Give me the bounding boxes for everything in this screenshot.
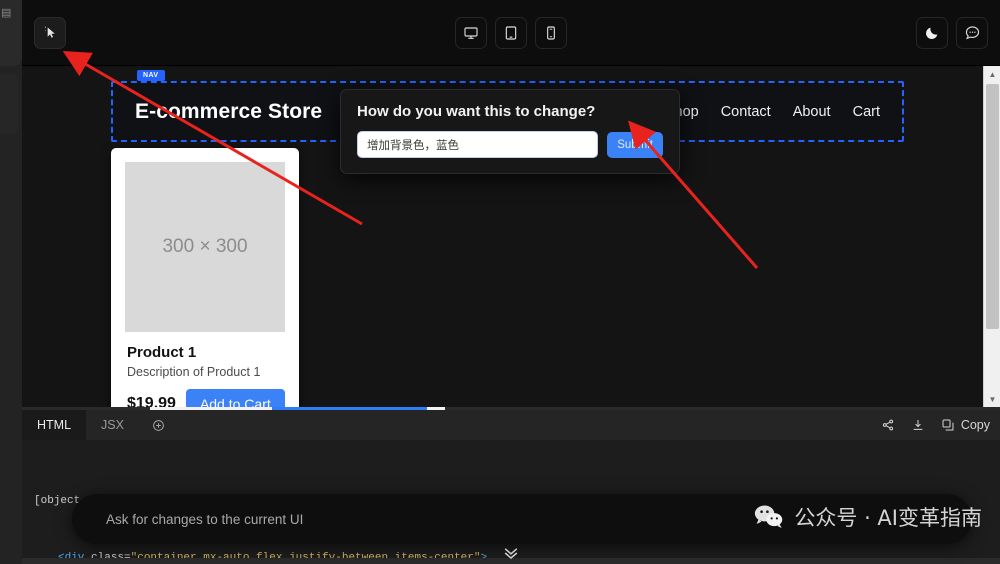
chat-placeholder: Ask for changes to the current UI — [106, 511, 304, 527]
copy-button[interactable]: Copy — [941, 418, 990, 432]
scroll-up-icon[interactable]: ▲ — [984, 66, 1000, 82]
tab-html[interactable]: HTML — [22, 410, 87, 440]
mobile-icon[interactable] — [535, 16, 567, 49]
site-brand: E-commerce Store — [135, 99, 323, 123]
scrollbar-thumb[interactable] — [986, 84, 999, 329]
top-toolbar — [22, 0, 1000, 66]
copy-label: Copy — [960, 418, 990, 432]
modal-question: How do you want this to change? — [357, 103, 596, 120]
change-request-modal: How do you want this to change? Submit — [340, 89, 680, 174]
add-tab-icon[interactable] — [139, 410, 178, 440]
wechat-icon — [755, 505, 783, 528]
monitor-icon[interactable] — [455, 16, 487, 49]
scroll-down-icon[interactable]: ▼ — [984, 391, 1000, 407]
editor-actions: Copy — [881, 410, 990, 440]
toolbar-right-group — [916, 16, 988, 49]
download-icon[interactable] — [911, 418, 925, 432]
viewport-switcher — [455, 16, 567, 49]
add-to-cart-button[interactable]: Add to Cart — [185, 389, 285, 407]
preview-page: NAV E-commerce Store Home Shop Contact A… — [22, 66, 983, 407]
change-request-input[interactable] — [357, 131, 599, 158]
preview-scrollbar[interactable]: ▲ ▼ — [983, 66, 1000, 407]
browser-tab-icon: ▤ — [1, 7, 12, 19]
browser-panel-cut — [0, 74, 18, 134]
toolbar-left-group — [34, 16, 66, 49]
submit-button[interactable]: Submit — [607, 131, 663, 158]
product-price-row: $19.99 Add to Cart — [127, 389, 299, 407]
app-window: NAV E-commerce Store Home Shop Contact A… — [22, 0, 1000, 564]
editor-tab-bar: HTML JSX Copy — [22, 410, 1000, 440]
product-title: Product 1 — [127, 344, 197, 361]
product-description: Description of Product 1 — [127, 365, 261, 379]
moon-icon[interactable] — [916, 16, 948, 49]
cursor-select-icon[interactable] — [34, 16, 66, 49]
selection-badge: NAV — [137, 70, 166, 81]
chat-bubble-icon[interactable] — [956, 16, 988, 49]
preview-canvas: NAV E-commerce Store Home Shop Contact A… — [22, 66, 1000, 407]
browser-chrome-strip: ▤ — [0, 0, 22, 564]
nav-link-cart[interactable]: Cart — [853, 104, 880, 120]
product-image-placeholder: 300 × 300 — [125, 162, 285, 332]
watermark-text: 公众号 · AI变革指南 — [794, 506, 982, 530]
chevron-down-icon[interactable] — [501, 546, 521, 564]
watermark: 公众号 · AI变革指南 — [754, 502, 982, 532]
modal-input-row: Submit — [357, 131, 663, 158]
app-root: ▤ NAV E-commerce Store Shop Contact Abou… — [0, 0, 1000, 564]
tablet-icon[interactable] — [495, 16, 527, 49]
product-price: $19.99 — [127, 395, 176, 407]
nav-link-contact[interactable]: Contact — [721, 104, 771, 120]
product-card[interactable]: 300 × 300 Product 1 Description of Produ… — [111, 148, 299, 407]
nav-link-about[interactable]: About — [793, 104, 831, 120]
tab-jsx[interactable]: JSX — [86, 410, 139, 440]
share-icon[interactable] — [881, 418, 895, 432]
